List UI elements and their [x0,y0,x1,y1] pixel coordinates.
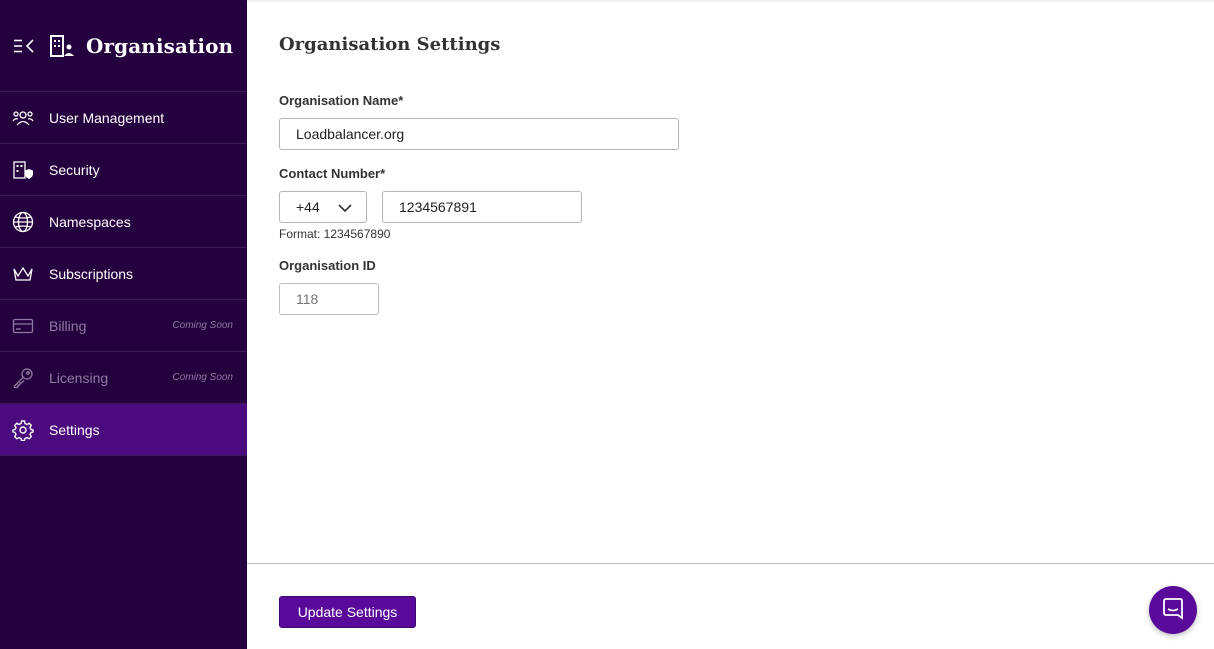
org-id-label: Organisation ID [279,258,376,273]
globe-icon [12,211,34,233]
org-name-label: Organisation Name* [279,93,404,108]
coming-soon-badge: Coming Soon [172,320,233,331]
sidebar-header: Organisation [0,0,247,92]
key-icon [12,367,34,389]
sidebar-item-label: Billing [49,317,87,334]
gear-icon [12,419,34,441]
org-id-input[interactable] [279,283,379,315]
sidebar-item-label: Licensing [49,369,109,386]
chat-icon [1161,596,1185,625]
sidebar-item-label: Subscriptions [49,265,134,282]
chevron-down-icon [338,201,352,217]
country-code-select[interactable]: +44 [279,191,367,223]
chat-launcher-button[interactable] [1149,586,1197,634]
org-name-input[interactable] [279,118,679,150]
sidebar-item-licensing[interactable]: Licensing Coming Soon [0,352,247,404]
sidebar-item-user-management[interactable]: User Management [0,92,247,144]
footer-divider [247,563,1214,564]
collapse-sidebar-icon[interactable] [12,34,36,58]
contact-number-label: Contact Number* [279,166,386,181]
sidebar-item-subscriptions[interactable]: Subscriptions [0,248,247,300]
page-title: Organisation Settings [279,34,501,55]
sidebar-item-namespaces[interactable]: Namespaces [0,196,247,248]
sidebar-item-label: Security [49,161,100,178]
users-icon [12,107,34,129]
sidebar-item-security[interactable]: Security [0,144,247,196]
security-icon [12,159,34,181]
country-code-value: +44 [296,199,320,215]
sidebar-item-label: Namespaces [49,213,131,230]
credit-card-icon [12,315,34,337]
sidebar: Organisation User Management Security Na… [0,0,247,649]
sidebar-title: Organisation [86,33,234,58]
sidebar-nav: User Management Security Namespaces Subs… [0,92,247,456]
top-shadow [247,0,1214,3]
contact-number-input[interactable] [382,191,582,223]
sidebar-item-label: Settings [49,421,100,438]
sidebar-item-label: User Management [49,109,165,126]
organisation-icon [48,32,76,60]
crown-icon [12,263,34,285]
coming-soon-badge: Coming Soon [172,372,233,383]
contact-format-hint: Format: 1234567890 [279,227,391,241]
sidebar-item-settings[interactable]: Settings [0,404,247,456]
sidebar-item-billing[interactable]: Billing Coming Soon [0,300,247,352]
main-content: Organisation Settings Organisation Name*… [247,0,1214,649]
update-settings-button[interactable]: Update Settings [279,596,416,628]
